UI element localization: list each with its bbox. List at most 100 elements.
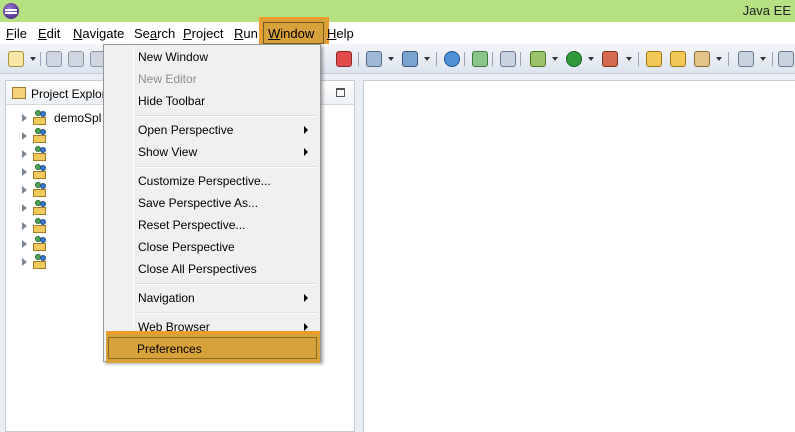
menu-project-label: roject xyxy=(191,26,224,41)
annotation-icon[interactable] xyxy=(738,51,754,67)
expand-arrow-icon[interactable] xyxy=(22,186,27,194)
menu-item-label: Open Perspective xyxy=(138,123,234,137)
toolbar-separator xyxy=(728,52,729,66)
menu-item-close-all-perspectives[interactable]: Close All Perspectives xyxy=(105,258,319,280)
menu-item-close-perspective[interactable]: Close Perspective xyxy=(105,236,319,258)
menu-window-label: indow xyxy=(280,26,315,41)
expand-arrow-icon[interactable] xyxy=(22,258,27,266)
menu-window[interactable]: Window xyxy=(268,26,314,41)
toolbar-separator xyxy=(464,52,465,66)
expand-arrow-icon[interactable] xyxy=(22,150,27,158)
toolbar-separator xyxy=(358,52,359,66)
submenu-arrow-icon xyxy=(304,148,308,156)
project-icon xyxy=(32,110,48,126)
menu-item-customize-perspective[interactable]: Customize Perspective... xyxy=(105,170,319,192)
external-tools-dropdown-arrow-icon[interactable] xyxy=(626,57,632,61)
web-service-dropdown-arrow-icon[interactable] xyxy=(424,57,430,61)
open-type-icon[interactable] xyxy=(646,51,662,67)
save-icon[interactable] xyxy=(46,51,62,67)
menu-edit-label: dit xyxy=(46,26,61,41)
project-icon xyxy=(32,218,48,234)
expand-arrow-icon[interactable] xyxy=(22,222,27,230)
project-explorer-icon xyxy=(12,87,26,99)
menu-edit-mnemonic: E xyxy=(38,26,47,41)
submenu-arrow-icon xyxy=(304,323,308,331)
window-menu-dropdown: New Window New Editor Hide Toolbar Open … xyxy=(103,44,321,362)
expand-arrow-icon[interactable] xyxy=(22,114,27,122)
menu-navigate[interactable]: Navigate xyxy=(73,26,124,41)
new-icon[interactable] xyxy=(8,51,24,67)
project-icon xyxy=(32,236,48,252)
menu-navigate-label: avigate xyxy=(82,26,125,41)
project-name: demoSpl xyxy=(54,111,102,125)
toolbar-separator xyxy=(436,52,437,66)
search-tool-icon[interactable] xyxy=(694,51,710,67)
submenu-arrow-icon xyxy=(304,294,308,302)
menu-item-save-perspective-as[interactable]: Save Perspective As... xyxy=(105,192,319,214)
globe-icon[interactable] xyxy=(444,51,460,67)
submenu-arrow-icon xyxy=(304,126,308,134)
debug-icon[interactable] xyxy=(530,51,546,67)
link-icon[interactable] xyxy=(500,51,516,67)
skip-breakpoints-icon[interactable] xyxy=(336,51,352,67)
external-tools-icon[interactable] xyxy=(602,51,618,67)
window-title: Java EE xyxy=(742,3,791,18)
search-dropdown-arrow-icon[interactable] xyxy=(716,57,722,61)
project-icon xyxy=(32,200,48,216)
menu-item-label: Hide Toolbar xyxy=(138,94,206,108)
menu-run-label: un xyxy=(243,26,258,41)
menu-project-mnemonic: P xyxy=(183,26,192,41)
menu-item-hide-toolbar[interactable]: Hide Toolbar xyxy=(105,90,319,112)
server-dropdown-arrow-icon[interactable] xyxy=(388,57,394,61)
menu-run[interactable]: Run xyxy=(234,26,258,41)
menu-project[interactable]: Project xyxy=(183,26,223,41)
menu-separator xyxy=(134,115,317,117)
expand-arrow-icon[interactable] xyxy=(22,240,27,248)
expand-arrow-icon[interactable] xyxy=(22,132,27,140)
deploy-icon[interactable] xyxy=(472,51,488,67)
debug-dropdown-arrow-icon[interactable] xyxy=(552,57,558,61)
menu-help-label: elp xyxy=(336,26,354,41)
new-server-icon[interactable] xyxy=(366,51,382,67)
minimize-icon[interactable] xyxy=(336,88,345,97)
menu-item-label: New Editor xyxy=(138,72,197,86)
menu-item-label: Close Perspective xyxy=(138,240,235,254)
menu-separator xyxy=(134,283,317,285)
menu-search[interactable]: Search xyxy=(134,26,175,41)
menu-help[interactable]: Help xyxy=(327,26,354,41)
menu-item-navigation[interactable]: Navigation xyxy=(105,287,319,309)
project-icon xyxy=(32,254,48,270)
toolbar-separator xyxy=(40,52,41,66)
expand-arrow-icon[interactable] xyxy=(22,204,27,212)
open-folder-icon[interactable] xyxy=(670,51,686,67)
project-explorer-title[interactable]: Project Explor xyxy=(31,87,106,101)
toolbar-separator xyxy=(492,52,493,66)
menu-item-label: Preferences xyxy=(137,342,202,356)
menu-item-reset-perspective[interactable]: Reset Perspective... xyxy=(105,214,319,236)
title-bar: Java EE xyxy=(0,0,795,22)
run-dropdown-arrow-icon[interactable] xyxy=(588,57,594,61)
menu-item-new-window[interactable]: New Window xyxy=(105,46,319,68)
menu-separator xyxy=(134,312,317,314)
annotation-dropdown-arrow-icon[interactable] xyxy=(760,57,766,61)
save-all-icon[interactable] xyxy=(68,51,84,67)
menu-item-show-view[interactable]: Show View xyxy=(105,141,319,163)
run-icon[interactable] xyxy=(566,51,582,67)
new-dropdown-arrow-icon[interactable] xyxy=(30,57,36,61)
editor-area[interactable] xyxy=(363,80,795,432)
project-icon xyxy=(32,164,48,180)
project-icon xyxy=(32,182,48,198)
menu-item-label: Close All Perspectives xyxy=(138,262,257,276)
menu-item-label: Reset Perspective... xyxy=(138,218,246,232)
menu-item-new-editor: New Editor xyxy=(105,68,319,90)
back-icon[interactable] xyxy=(778,51,794,67)
menu-item-open-perspective[interactable]: Open Perspective xyxy=(105,119,319,141)
menu-file[interactable]: File xyxy=(6,26,27,41)
eclipse-logo-icon xyxy=(3,3,19,19)
menu-help-mnemonic: H xyxy=(327,26,337,41)
new-web-service-icon[interactable] xyxy=(402,51,418,67)
menu-item-label: Save Perspective As... xyxy=(138,196,259,210)
menu-item-preferences[interactable]: Preferences xyxy=(108,337,317,359)
expand-arrow-icon[interactable] xyxy=(22,168,27,176)
menu-edit[interactable]: Edit xyxy=(38,26,60,41)
